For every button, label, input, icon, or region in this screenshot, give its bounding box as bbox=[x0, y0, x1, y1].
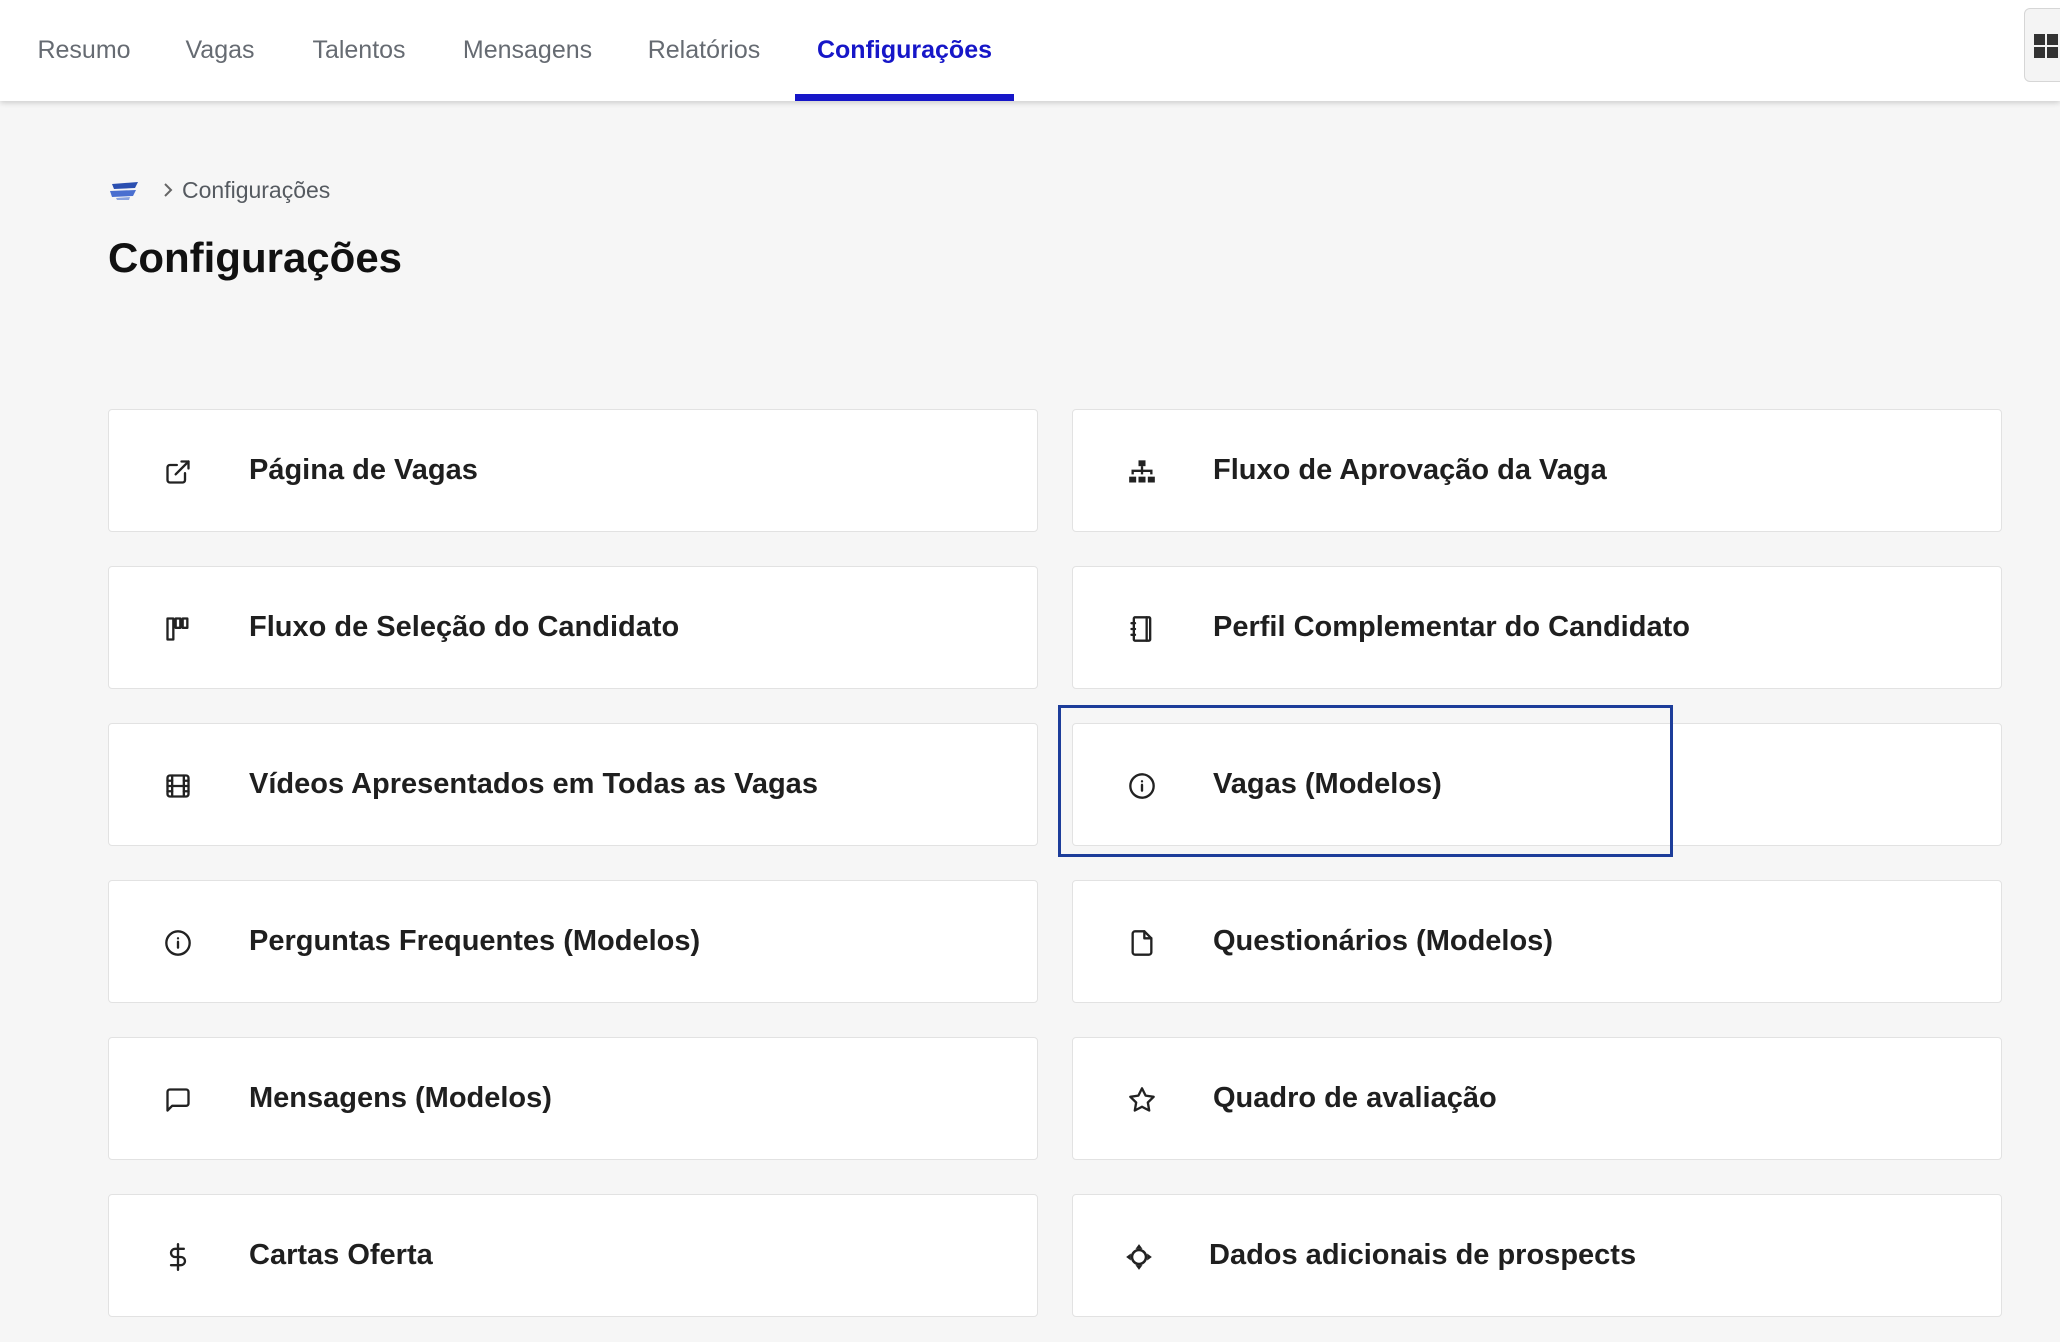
settings-item-quadro-avaliacao[interactable]: Quadro de avaliação bbox=[1072, 1037, 2002, 1160]
settings-item-label: Dados adicionais de prospects bbox=[1209, 1239, 1637, 1271]
top-nav-bar: Resumo Vagas Talentos Mensagens Relatóri… bbox=[0, 0, 2060, 101]
settings-item-videos-apresentados[interactable]: Vídeos Apresentados em Todas as Vagas bbox=[108, 723, 1038, 846]
tab-mensagens[interactable]: Mensagens bbox=[446, 0, 609, 101]
settings-item-fluxo-selecao-candidato[interactable]: Fluxo de Seleção do Candidato bbox=[108, 566, 1038, 689]
settings-item-label: Página de Vagas bbox=[249, 454, 478, 486]
settings-item-label: Perfil Complementar do Candidato bbox=[1213, 611, 1690, 643]
active-tab-indicator bbox=[795, 94, 1014, 101]
settings-item-vagas-modelos[interactable]: Vagas (Modelos) bbox=[1072, 723, 2002, 846]
page-title: Configurações bbox=[108, 234, 403, 281]
tab-vagas[interactable]: Vagas bbox=[168, 0, 272, 101]
breadcrumb: Configurações bbox=[108, 174, 330, 206]
dollar-sign-icon bbox=[169, 1243, 187, 1271]
crosshair-move-icon bbox=[1126, 1244, 1152, 1270]
settings-item-pagina-de-vagas[interactable]: Página de Vagas bbox=[108, 409, 1038, 532]
settings-item-label: Fluxo de Aprovação da Vaga bbox=[1213, 454, 1607, 486]
tab-configuracoes[interactable]: Configurações bbox=[795, 0, 1014, 101]
settings-item-label: Fluxo de Seleção do Candidato bbox=[249, 611, 680, 643]
tab-relatorios[interactable]: Relatórios bbox=[609, 0, 799, 101]
notebook-icon bbox=[1130, 616, 1152, 642]
hierarchy-icon bbox=[1129, 460, 1155, 483]
external-link-icon bbox=[166, 460, 190, 484]
info-icon bbox=[165, 930, 191, 956]
star-icon bbox=[1129, 1087, 1155, 1112]
chevron-right-icon bbox=[164, 183, 173, 197]
tab-resumo[interactable]: Resumo bbox=[0, 0, 168, 101]
company-logo[interactable] bbox=[108, 178, 142, 202]
tab-talentos[interactable]: Talentos bbox=[272, 0, 446, 101]
settings-item-label: Perguntas Frequentes (Modelos) bbox=[249, 925, 701, 957]
breadcrumb-current: Configurações bbox=[182, 176, 331, 203]
settings-item-dados-adicionais[interactable]: Dados adicionais de prospects bbox=[1072, 1194, 2002, 1317]
settings-item-cartas-oferta[interactable]: Cartas Oferta bbox=[108, 1194, 1038, 1317]
message-square-icon bbox=[166, 1088, 190, 1112]
settings-item-label: Quadro de avaliação bbox=[1213, 1082, 1497, 1114]
settings-item-fluxo-aprovacao-vaga[interactable]: Fluxo de Aprovação da Vaga bbox=[1072, 409, 2002, 532]
settings-item-mensagens-modelos[interactable]: Mensagens (Modelos) bbox=[108, 1037, 1038, 1160]
info-icon bbox=[1129, 773, 1155, 799]
settings-item-perguntas-frequentes[interactable]: Perguntas Frequentes (Modelos) bbox=[108, 880, 1038, 1003]
settings-item-label: Questionários (Modelos) bbox=[1213, 925, 1553, 957]
kanban-columns-icon bbox=[166, 617, 189, 641]
apps-grid-button[interactable] bbox=[2024, 8, 2060, 82]
settings-item-label: Vagas (Modelos) bbox=[1213, 768, 1442, 800]
film-icon bbox=[166, 774, 190, 798]
file-icon bbox=[1131, 930, 1153, 956]
settings-item-perfil-complementar[interactable]: Perfil Complementar do Candidato bbox=[1072, 566, 2002, 689]
settings-item-label: Mensagens (Modelos) bbox=[249, 1082, 552, 1114]
settings-item-label: Vídeos Apresentados em Todas as Vagas bbox=[249, 768, 818, 800]
settings-item-questionarios[interactable]: Questionários (Modelos) bbox=[1072, 880, 2002, 1003]
settings-item-label: Cartas Oferta bbox=[249, 1239, 433, 1271]
